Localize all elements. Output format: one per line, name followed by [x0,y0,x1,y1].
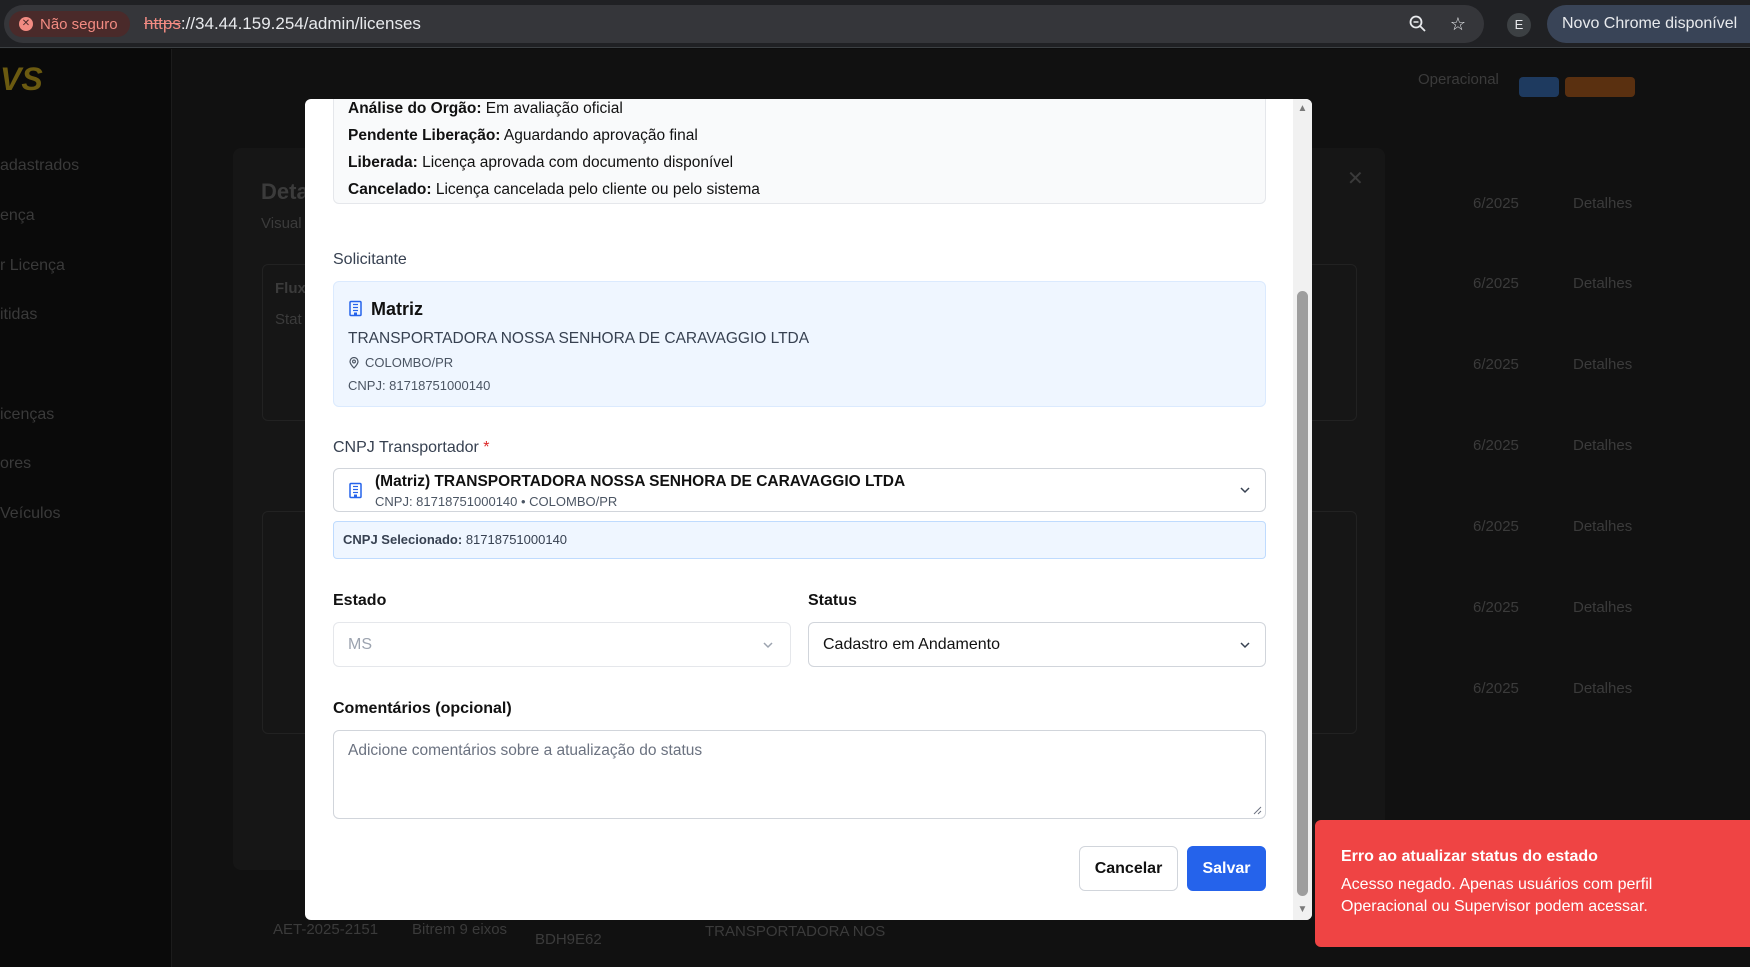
chrome-update-button[interactable]: Novo Chrome disponível [1547,5,1750,43]
bg-nav-item: r Licença [0,257,65,274]
cnpj-selected-info: CNPJ Selecionado: 81718751000140 [333,521,1266,559]
browser-toolbar: ✕ Não seguro https://34.44.159.254/admin… [0,0,1750,48]
estado-select[interactable]: MS [333,622,791,667]
cnpj-select-sub: CNPJ: 81718751000140 • COLOMBO/PR [375,494,618,509]
bg-status-label: Stat [275,311,302,328]
applicant-location: COLOMBO/PR [348,355,453,370]
chevron-down-icon [763,642,773,649]
bg-nav-item: ores [0,455,32,472]
bg-action: Detalhes [1573,356,1633,373]
applicant-type: Matriz [371,299,424,319]
cnpj-transporter-label: CNPJ Transportador * [333,439,490,456]
chevron-down-icon [1240,487,1250,494]
applicant-card: Matriz TRANSPORTADORA NOSSA SENHORA DE C… [333,281,1266,407]
scroll-down-icon[interactable]: ▼ [1297,905,1308,915]
bg-date: 6/2025 [1473,599,1519,616]
modal-scrollbar[interactable]: ▲ ▼ [1293,99,1312,920]
bg-date: 6/2025 [1473,680,1519,697]
bg-action: Detalhes [1573,437,1633,454]
estado-value: MS [348,636,372,653]
toast-title: Erro ao atualizar status do estado [1341,848,1598,865]
url-path: ://34.44.159.254/admin/licenses [180,14,421,33]
bg-action: Detalhes [1573,195,1633,212]
profile-avatar[interactable]: E [1507,13,1531,37]
bg-row-company: TRANSPORTADORA NOS [705,923,886,940]
url-scheme: https [144,14,181,33]
warning-icon: ✕ [19,17,33,31]
legend-item: Pendente Liberação: Aguardando aprovação… [348,127,698,144]
bg-action: Detalhes [1573,599,1633,616]
applicant-location-text: COLOMBO/PR [365,355,454,370]
cnpj-select-name: (Matriz) TRANSPORTADORA NOSSA SENHORA DE… [375,473,906,490]
status-label: Status [808,592,857,609]
bg-date: 6/2025 [1473,518,1519,535]
bg-date: 6/2025 [1473,356,1519,373]
security-chip[interactable]: ✕ Não seguro [9,11,130,37]
toast-message: Acesso negado. Apenas usuários com perfi… [1341,876,1653,915]
building-icon [349,482,362,499]
bg-nav-item: Veículos [0,505,61,522]
bg-panel-title: Deta [261,179,309,204]
bg-action: Detalhes [1573,275,1633,292]
error-toast: Erro ao atualizar status do estado Acess… [1315,820,1750,947]
comments-label: Comentários (opcional) [333,700,512,717]
resize-handle-icon[interactable] [1252,805,1262,815]
security-chip-label: Não seguro [40,15,118,33]
cnpj-transporter-select[interactable]: (Matriz) TRANSPORTADORA NOSSA SENHORA DE… [333,468,1266,512]
status-legend: Análise do Orgão: Em avaliação oficial P… [333,99,1266,204]
legend-item: Cancelado: Licença cancelada pelo client… [348,181,760,198]
comments-textarea[interactable]: Adicione comentários sobre a atualização… [333,730,1266,819]
zoom-icon[interactable] [1408,14,1428,34]
map-pin-icon [349,356,359,369]
scroll-thumb[interactable] [1297,291,1308,896]
bg-date: 6/2025 [1473,437,1519,454]
bg-action: Detalhes [1573,680,1633,697]
estado-label: Estado [333,592,387,609]
bg-date: 6/2025 [1473,275,1519,292]
scroll-up-icon[interactable]: ▲ [1297,104,1308,114]
url-text[interactable]: https://34.44.159.254/admin/licenses [144,5,421,43]
legend-item: Análise do Orgão: Em avaliação oficial [348,100,623,117]
bg-flow-label: Flux [275,280,306,297]
applicant-cnpj: CNPJ: 81718751000140 [348,378,491,393]
legend-item: Liberada: Licença aprovada com documento… [348,154,734,171]
status-select[interactable]: Cadastro em Andamento [808,622,1266,667]
bookmark-star-icon[interactable]: ☆ [1448,14,1468,34]
chevron-down-icon [1240,642,1250,649]
bg-row-type: Bitrem 9 eixos [412,921,508,938]
bg-badge [1565,77,1635,97]
comments-placeholder: Adicione comentários sobre a atualização… [348,742,703,759]
building-icon [349,300,362,317]
bg-panel-subtitle: Visual [261,215,302,232]
bg-date: 6/2025 [1473,195,1519,212]
save-button[interactable]: Salvar [1187,846,1266,891]
bg-sidebar: VS adastrados ença r Licença itidas icen… [0,49,172,967]
bg-close-icon: ✕ [1347,168,1364,190]
bg-row-plate: BDH9E62 [535,931,602,948]
address-bar[interactable]: ✕ Não seguro https://34.44.159.254/admin… [4,5,1484,43]
required-mark: * [483,439,490,456]
bg-nav-item: ença [0,207,35,224]
status-update-modal: Análise do Orgão: Em avaliação oficial P… [305,99,1312,920]
status-value: Cadastro em Andamento [823,636,1000,653]
bg-nav-item: adastrados [0,157,80,174]
applicant-name: TRANSPORTADORA NOSSA SENHORA DE CARAVAGG… [348,330,810,347]
bg-action: Detalhes [1573,518,1633,535]
cancel-button[interactable]: Cancelar [1079,846,1178,891]
bg-nav-item: icenças [0,406,55,423]
bg-row-id: AET-2025-2151 [273,921,379,938]
bg-header-role: Operacional [1418,71,1499,88]
applicant-section-label: Solicitante [333,251,407,268]
bg-nav-item: itidas [0,306,38,323]
bg-badge [1519,77,1559,97]
bg-logo: VS [0,61,43,97]
